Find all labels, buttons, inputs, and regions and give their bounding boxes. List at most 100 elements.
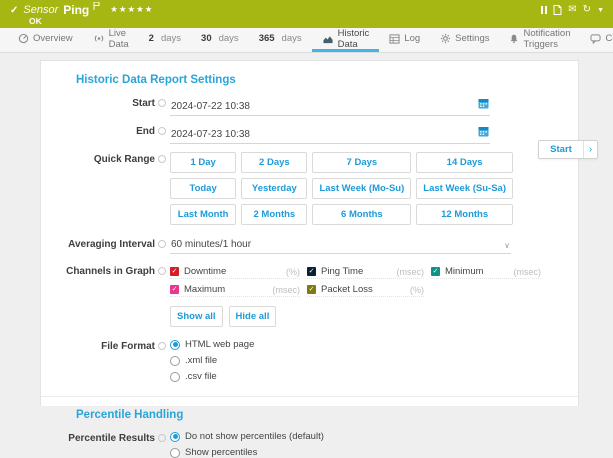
channel-downtime: ✓ Downtime (%) [170, 266, 300, 279]
tab-2-days[interactable]: 2 days [139, 28, 191, 52]
checkbox-packet-loss[interactable]: ✓ [307, 285, 316, 294]
historic-data-icon [322, 34, 334, 44]
hide-all-button[interactable]: Hide all [229, 306, 277, 327]
checkbox-ping-time[interactable]: ✓ [307, 267, 316, 276]
radio-button[interactable] [170, 448, 180, 458]
averaging-interval-value: 60 minutes/1 hour [171, 239, 251, 250]
report-icon[interactable] [553, 5, 562, 15]
averaging-interval-row: Averaging Interval 60 minutes/1 hour ∨ [41, 237, 578, 254]
start-datetime-input[interactable]: 2024-07-22 10:38 [170, 96, 490, 116]
checkbox-maximum[interactable]: ✓ [170, 285, 179, 294]
bell-icon [509, 33, 519, 44]
radio-label[interactable]: .csv file [185, 371, 217, 382]
tab-30-days[interactable]: 30 days [191, 28, 249, 52]
calendar-icon[interactable] [478, 98, 489, 112]
quick-range-row: Quick Range 1 Day 2 Days 7 Days 14 Days … [41, 152, 578, 225]
averaging-interval-select[interactable]: 60 minutes/1 hour ∨ [170, 237, 511, 254]
radio-button[interactable] [170, 356, 180, 366]
end-datetime-input[interactable]: 2024-07-23 10:38 [170, 124, 490, 144]
tab-label: Log [404, 33, 420, 44]
quick-range-label: Quick Range [94, 154, 155, 165]
quick-range-last-month[interactable]: Last Month [170, 204, 236, 225]
calendar-icon[interactable] [478, 126, 489, 140]
checkbox-downtime[interactable]: ✓ [170, 267, 179, 276]
info-icon[interactable] [158, 267, 166, 275]
quick-range-1-day[interactable]: 1 Day [170, 152, 236, 173]
tab-365-days[interactable]: 365 days [249, 28, 312, 52]
pause-icon[interactable] [541, 5, 547, 15]
channels-label: Channels in Graph [66, 266, 155, 277]
quick-range-last-week-su-sa[interactable]: Last Week (Su-Sa) [416, 178, 513, 199]
tab-label: Live Data [109, 28, 129, 50]
quick-range-2-months[interactable]: 2 Months [241, 204, 307, 225]
radio-label[interactable]: Do not show percentiles (default) [185, 431, 324, 442]
tab-log[interactable]: Log [379, 28, 430, 52]
show-all-button[interactable]: Show all [170, 306, 223, 327]
start-report-action: Start › [538, 140, 598, 159]
tab-historic-data[interactable]: Historic Data [312, 28, 380, 52]
quick-range-yesterday[interactable]: Yesterday [241, 178, 307, 199]
info-icon[interactable] [158, 240, 166, 248]
radio-csv-file[interactable]: .csv file [170, 371, 254, 382]
sensor-header: ✓ Sensor Ping ★★★★★ OK ✉ ↻ ▼ [0, 0, 613, 28]
quick-range-2-days[interactable]: 2 Days [241, 152, 307, 173]
start-label: Start [132, 98, 155, 109]
section-title-historic: Historic Data Report Settings [76, 74, 578, 86]
info-icon[interactable] [158, 99, 166, 107]
email-icon[interactable]: ✉ [568, 5, 576, 15]
end-datetime-value: 2024-07-23 10:38 [171, 129, 250, 140]
quick-range-last-week-mo-su[interactable]: Last Week (Mo-Su) [312, 178, 411, 199]
radio-show-percentiles[interactable]: Show percentiles [170, 447, 324, 458]
tab-notification-triggers[interactable]: Notification Triggers [499, 28, 580, 52]
quick-range-14-days[interactable]: 14 Days [416, 152, 513, 173]
channel-name: Packet Loss [321, 284, 373, 295]
info-icon[interactable] [158, 434, 166, 442]
section-divider [41, 396, 578, 397]
radio-button[interactable] [170, 432, 180, 442]
radio-do-not-show-percentiles[interactable]: Do not show percentiles (default) [170, 431, 324, 442]
tab-settings[interactable]: Settings [430, 28, 499, 52]
tab-live-data[interactable]: Live Data [83, 28, 139, 52]
tab-label: days [161, 33, 181, 44]
tab-comments[interactable]: Comments [580, 28, 613, 52]
radio-button[interactable] [170, 372, 180, 382]
channel-unit: (msec) [397, 267, 425, 277]
caret-down-icon[interactable]: ▼ [597, 5, 604, 15]
quick-range-today[interactable]: Today [170, 178, 236, 199]
tab-overview[interactable]: Overview [8, 28, 83, 52]
tab-label: days [282, 33, 302, 44]
tab-label: days [219, 33, 239, 44]
radio-label[interactable]: .xml file [185, 355, 217, 366]
start-report-button[interactable]: Start [539, 141, 583, 158]
sensor-kind-label: Sensor [23, 4, 58, 16]
settings-icon [440, 33, 451, 44]
radio-label[interactable]: Show percentiles [185, 447, 257, 458]
channel-minimum: ✓ Minimum (msec) [431, 266, 541, 279]
radio-xml-file[interactable]: .xml file [170, 355, 254, 366]
status-check-icon: ✓ [10, 5, 18, 16]
start-options-chevron[interactable]: › [583, 141, 597, 158]
channels-row: Channels in Graph ✓ Downtime (%) ✓ Ping … [41, 264, 578, 327]
info-icon[interactable] [158, 155, 166, 163]
tab-label: Settings [455, 33, 489, 44]
tab-bar: Overview Live Data 2 days 30 days 365 da… [0, 28, 613, 53]
quick-range-6-months[interactable]: 6 Months [312, 204, 411, 225]
channel-name: Minimum [445, 266, 484, 277]
live-data-icon [93, 33, 105, 44]
quick-range-buttons: 1 Day 2 Days 7 Days 14 Days Today Yester… [170, 152, 513, 225]
info-icon[interactable] [158, 342, 166, 350]
info-icon[interactable] [158, 127, 166, 135]
refresh-icon[interactable]: ↻ [583, 5, 591, 15]
percentile-options: Do not show percentiles (default) Show p… [170, 431, 324, 458]
channel-ping-time: ✓ Ping Time (msec) [307, 266, 424, 279]
quick-range-12-months[interactable]: 12 Months [416, 204, 513, 225]
log-icon [389, 34, 400, 44]
priority-stars[interactable]: ★★★★★ [110, 4, 153, 15]
radio-html-web-page[interactable]: HTML web page [170, 339, 254, 350]
checkbox-minimum[interactable]: ✓ [431, 267, 440, 276]
quick-range-7-days[interactable]: 7 Days [312, 152, 411, 173]
radio-button[interactable] [170, 340, 180, 350]
radio-label[interactable]: HTML web page [185, 339, 254, 350]
sensor-status-badge: OK [29, 16, 42, 26]
overview-icon [18, 33, 29, 44]
